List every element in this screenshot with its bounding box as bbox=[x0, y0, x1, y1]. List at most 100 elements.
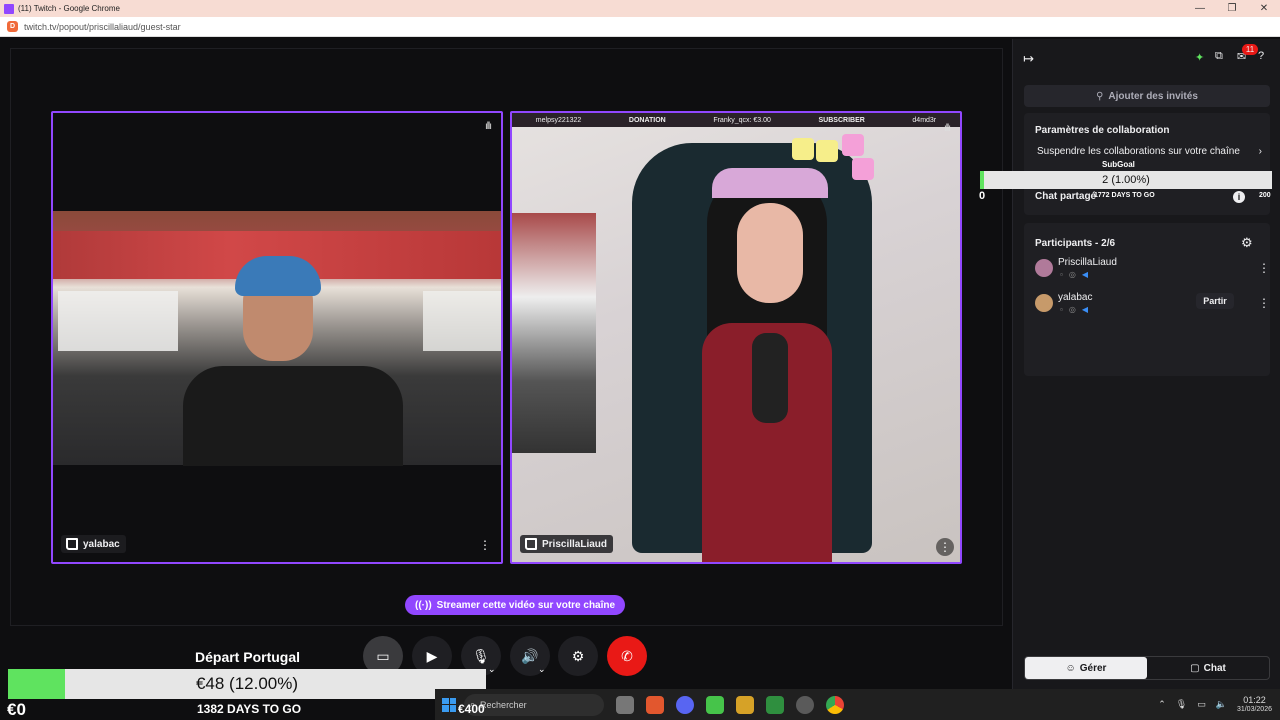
add-guests-button[interactable]: ⚲ Ajouter des invités bbox=[1024, 85, 1270, 107]
close-icon[interactable]: ✕ bbox=[1248, 0, 1280, 17]
monitor-icon: ▭ bbox=[376, 647, 390, 664]
discord-icon[interactable] bbox=[676, 695, 694, 714]
restore-icon[interactable]: ❐ bbox=[1216, 0, 1248, 17]
subgoal-title: SubGoal bbox=[1102, 160, 1135, 169]
camera-icon: ▶ bbox=[426, 647, 438, 664]
network-icon[interactable]: ▭ bbox=[1197, 699, 1206, 710]
tile-name-badge: yalabac bbox=[61, 535, 126, 553]
avatar bbox=[1035, 259, 1053, 277]
person-beanie bbox=[235, 256, 321, 296]
windows-start-icon[interactable] bbox=[442, 697, 456, 712]
video-feed-yalabac bbox=[53, 211, 501, 466]
notification-badge: 11 bbox=[1242, 44, 1258, 55]
subgoal-days: 1772 DAYS TO GO bbox=[1094, 192, 1155, 199]
game-app-icon[interactable] bbox=[736, 695, 754, 714]
ticker-item: DONATION bbox=[628, 116, 666, 124]
participants-title: Participants - 2/6 bbox=[1035, 238, 1116, 249]
person-body bbox=[183, 366, 403, 466]
stream-video-button[interactable]: ((·)) Streamer cette vidéo sur votre cha… bbox=[405, 595, 626, 615]
participants-settings-icon[interactable]: ⚙ bbox=[1241, 235, 1253, 251]
tile-more-icon[interactable]: ⋮ bbox=[479, 538, 491, 552]
mic-tray-icon[interactable]: 🎙 bbox=[1176, 699, 1187, 710]
suspend-collab-label: Suspendre les collaborations sur votre c… bbox=[1037, 146, 1240, 157]
subgoal-value: 2 (1.00%) bbox=[1102, 174, 1150, 186]
audio-level-icon: ıllı bbox=[944, 123, 951, 134]
window-controls: — ❐ ✕ bbox=[1184, 0, 1280, 17]
site-info-icon[interactable]: D bbox=[7, 21, 18, 32]
ticker-item: SUBSCRIBER bbox=[818, 116, 865, 124]
url-text[interactable]: twitch.tv/popout/priscillaliaud/guest-st… bbox=[24, 22, 181, 32]
person-face bbox=[737, 203, 803, 303]
video-feed-priscillaliaud: melpsy221322 DONATION Franky_qcx: €3.00 … bbox=[512, 113, 960, 562]
tile-name: yalabac bbox=[83, 538, 120, 550]
donation-progress-bar: €48 (12.00%) bbox=[8, 669, 486, 699]
awning-right bbox=[423, 291, 501, 351]
avatar bbox=[1035, 294, 1053, 312]
guest-star-panel: ↦ ✦ ⧉ ✉ 11 ? ⚲ Ajouter des invités Param… bbox=[1012, 39, 1280, 689]
minimize-icon[interactable]: — bbox=[1184, 0, 1216, 17]
tab-chat[interactable]: ▢ Chat bbox=[1147, 657, 1269, 679]
media-app-icon[interactable] bbox=[766, 695, 784, 714]
donation-goal-title: Départ Portugal bbox=[195, 649, 301, 665]
tab-manage[interactable]: ☺ Gérer bbox=[1025, 657, 1147, 679]
subgoal-start: 0 bbox=[979, 190, 986, 202]
guest-tile-yalabac[interactable]: ıllı yalabac ⋮ bbox=[51, 111, 503, 564]
volume-options-chevron-icon[interactable]: ⌄ bbox=[538, 664, 546, 675]
donation-value: €48 (12.00%) bbox=[195, 674, 299, 693]
volume-tray-icon[interactable]: 🔈 bbox=[1216, 699, 1227, 710]
tile-more-icon[interactable]: ⋮ bbox=[936, 538, 954, 556]
participant-status-icons: ▫◎◀ bbox=[1060, 270, 1094, 279]
panel-tabs: ☺ Gérer ▢ Chat bbox=[1024, 656, 1270, 680]
taskbar-date: 31/03/2026 bbox=[1236, 705, 1272, 713]
participant-more-icon[interactable]: ⋮ bbox=[1258, 296, 1270, 310]
donation-start: €0 bbox=[7, 700, 26, 719]
popout-icon[interactable]: ⧉ bbox=[1215, 50, 1223, 63]
guest-tile-priscillaliaud[interactable]: melpsy221322 DONATION Franky_qcx: €3.00 … bbox=[510, 111, 962, 564]
stream-ticker: melpsy221322 DONATION Franky_qcx: €3.00 … bbox=[512, 113, 960, 127]
taskbar-clock[interactable]: 01:22 31/03/2026 bbox=[1237, 695, 1272, 715]
help-icon[interactable]: ? bbox=[1258, 50, 1264, 62]
chat-icon: ▢ bbox=[1190, 662, 1200, 674]
sparkle-icon[interactable]: ✦ bbox=[1195, 51, 1204, 64]
speaker-icon: 🔊 bbox=[521, 647, 539, 664]
microphone bbox=[752, 333, 788, 423]
subgoal-end: 200 bbox=[1259, 192, 1271, 199]
audio-level-icon: ıllı bbox=[485, 121, 492, 132]
awning bbox=[58, 291, 178, 351]
info-icon[interactable]: i bbox=[1233, 191, 1245, 203]
participant-more-icon[interactable]: ⋮ bbox=[1258, 261, 1270, 275]
participants-card: Participants - 2/6 ⚙ PriscillaLiaud ▫◎◀ … bbox=[1024, 223, 1270, 376]
brave-browser-icon[interactable] bbox=[646, 695, 664, 714]
file-explorer-icon[interactable] bbox=[616, 695, 634, 714]
ticker-item: melpsy221322 bbox=[535, 116, 582, 124]
add-guests-label: Ajouter des invités bbox=[1108, 90, 1198, 102]
donation-days: 1382 DAYS TO GO bbox=[197, 702, 302, 716]
participant-row: yalabac ▫◎◀ Partir ⋮ bbox=[1035, 292, 1270, 320]
microphone-icon: 🎙 bbox=[472, 647, 490, 664]
browser-titlebar: (11) Twitch - Google Chrome — ❐ ✕ bbox=[0, 0, 1280, 17]
collapse-panel-icon[interactable]: ↦ bbox=[1023, 51, 1034, 67]
participant-name: yalabac bbox=[1058, 292, 1093, 303]
tile-name-badge: PriscillaLiaud bbox=[520, 535, 614, 553]
chevron-up-icon[interactable]: ⌃ bbox=[1158, 699, 1166, 710]
taskbar-search[interactable]: ⌕ Rechercher bbox=[464, 693, 604, 716]
leave-button[interactable]: Partir bbox=[1196, 293, 1234, 309]
twitch-favicon-icon bbox=[4, 3, 14, 14]
twitch-logo-icon bbox=[66, 538, 78, 550]
window-title: (11) Twitch - Google Chrome bbox=[18, 4, 120, 13]
participant-status-icons: ▫◎◀ bbox=[1060, 305, 1094, 314]
collab-settings-card: Paramètres de collaboration Suspendre le… bbox=[1024, 113, 1270, 215]
taskbar-search-placeholder: Rechercher bbox=[480, 699, 527, 710]
suspend-collab-link[interactable]: Suspendre les collaborations sur votre c… bbox=[1037, 146, 1262, 157]
address-bar[interactable]: D twitch.tv/popout/priscillaliaud/guest-… bbox=[0, 17, 1280, 37]
subgoal-progress-bar: 2 (1.00%) bbox=[980, 171, 1272, 189]
microphone-options-chevron-icon[interactable]: ⌄ bbox=[488, 664, 496, 675]
taskbar-time: 01:22 bbox=[1243, 694, 1266, 705]
ticker-item: d4md3r bbox=[912, 116, 937, 124]
steam-icon[interactable] bbox=[796, 695, 814, 714]
spreadsheet-app-icon[interactable] bbox=[706, 695, 724, 714]
stream-video-label: Streamer cette vidéo sur votre chaîne bbox=[436, 599, 616, 611]
settings-button[interactable]: ⚙ bbox=[558, 636, 598, 676]
leave-call-button[interactable]: ✆ bbox=[607, 636, 647, 676]
chrome-icon[interactable] bbox=[826, 695, 844, 714]
